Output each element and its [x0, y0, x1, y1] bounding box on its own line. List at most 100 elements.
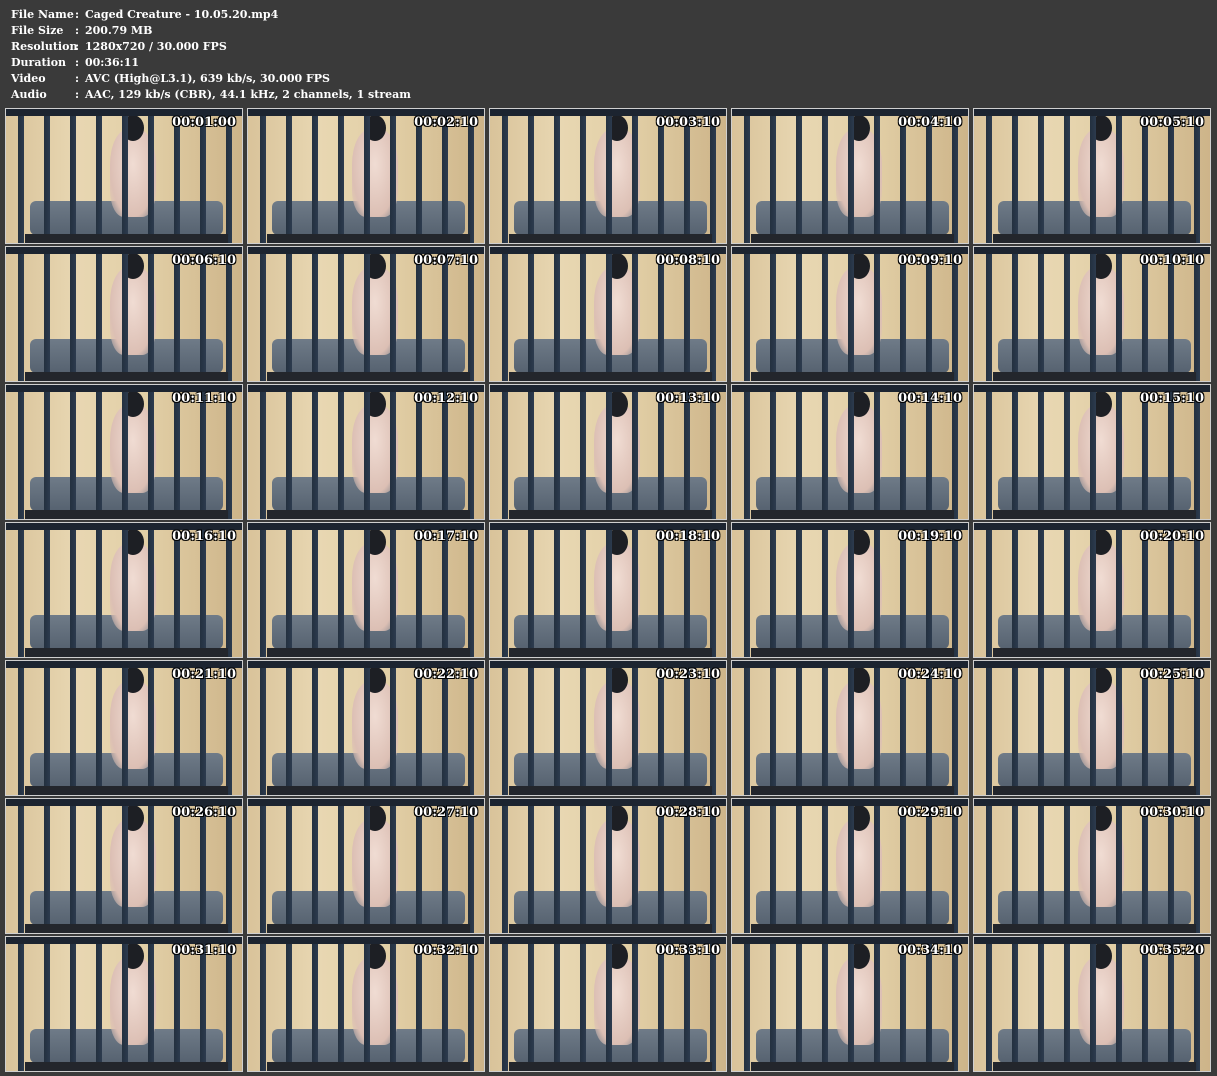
info-key: Video — [11, 72, 46, 85]
timestamp-label: 00:20:10 — [1140, 529, 1204, 544]
info-key: Duration — [11, 56, 67, 69]
cage-base-shape — [992, 786, 1196, 795]
info-value: Caged Creature - 10.05.20.mp4 — [85, 8, 279, 21]
video-thumbnail: 00:07:10 — [247, 246, 485, 382]
video-thumbnail: 00:32:10 — [247, 936, 485, 1072]
video-thumbnail: 00:13:10 — [489, 384, 727, 520]
timestamp-label: 00:08:10 — [656, 253, 720, 268]
cage-base-shape — [266, 1062, 470, 1071]
timestamp-label: 00:07:10 — [414, 253, 478, 268]
video-thumbnail: 00:04:10 — [731, 108, 969, 244]
info-value: 1280x720 / 30.000 FPS — [85, 40, 227, 53]
video-thumbnail: 00:30:10 — [973, 798, 1211, 934]
timestamp-label: 00:02:10 — [414, 115, 478, 130]
info-separator: : — [75, 88, 80, 101]
video-thumbnail: 00:11:10 — [5, 384, 243, 520]
video-thumbnail: 00:28:10 — [489, 798, 727, 934]
timestamp-label: 00:31:10 — [172, 943, 236, 958]
timestamp-label: 00:04:10 — [898, 115, 962, 130]
timestamp-label: 00:06:10 — [172, 253, 236, 268]
cage-base-shape — [24, 234, 228, 243]
info-separator: : — [75, 24, 80, 37]
info-row-resolution: Resolution : 1280x720 / 30.000 FPS — [11, 39, 411, 55]
timestamp-label: 00:34:10 — [898, 943, 962, 958]
timestamp-label: 00:01:00 — [172, 115, 236, 130]
video-thumbnail: 00:05:10 — [973, 108, 1211, 244]
info-row-audio: Audio : AAC, 129 kb/s (CBR), 44.1 kHz, 2… — [11, 87, 411, 103]
timestamp-label: 00:30:10 — [1140, 805, 1204, 820]
cage-base-shape — [992, 924, 1196, 933]
cage-base-shape — [508, 924, 712, 933]
cage-base-shape — [24, 924, 228, 933]
info-row-file-size: File Size : 200.79 MB — [11, 23, 411, 39]
cage-base-shape — [266, 648, 470, 657]
video-thumbnail: 00:06:10 — [5, 246, 243, 382]
cage-base-shape — [24, 372, 228, 381]
cage-base-shape — [750, 372, 954, 381]
video-thumbnail: 00:35:20 — [973, 936, 1211, 1072]
cage-base-shape — [750, 648, 954, 657]
video-thumbnail: 00:29:10 — [731, 798, 969, 934]
timestamp-label: 00:33:10 — [656, 943, 720, 958]
cage-base-shape — [508, 510, 712, 519]
timestamp-label: 00:14:10 — [898, 391, 962, 406]
video-thumbnail: 00:18:10 — [489, 522, 727, 658]
cage-base-shape — [750, 510, 954, 519]
timestamp-label: 00:10:10 — [1140, 253, 1204, 268]
timestamp-label: 00:25:10 — [1140, 667, 1204, 682]
info-row-video: Video : AVC (High@L3.1), 639 kb/s, 30.00… — [11, 71, 411, 87]
thumbnail-grid: 00:01:00 00:02:10 00:03:10 00:04:10 00:05:10… — [5, 108, 1211, 1072]
video-thumbnail: 00:26:10 — [5, 798, 243, 934]
video-thumbnail: 00:24:10 — [731, 660, 969, 796]
timestamp-label: 00:11:10 — [172, 391, 236, 406]
video-thumbnail: 00:10:10 — [973, 246, 1211, 382]
timestamp-label: 00:28:10 — [656, 805, 720, 820]
video-thumbnail: 00:23:10 — [489, 660, 727, 796]
cage-base-shape — [992, 372, 1196, 381]
video-thumbnail: 00:20:10 — [973, 522, 1211, 658]
timestamp-label: 00:09:10 — [898, 253, 962, 268]
cage-base-shape — [750, 924, 954, 933]
video-thumbnail: 00:15:10 — [973, 384, 1211, 520]
cage-base-shape — [508, 372, 712, 381]
cage-base-shape — [992, 510, 1196, 519]
timestamp-label: 00:18:10 — [656, 529, 720, 544]
info-separator: : — [75, 72, 80, 85]
timestamp-label: 00:05:10 — [1140, 115, 1204, 130]
video-thumbnail: 00:25:10 — [973, 660, 1211, 796]
timestamp-label: 00:29:10 — [898, 805, 962, 820]
cage-base-shape — [750, 786, 954, 795]
info-key: Audio — [11, 88, 47, 101]
cage-base-shape — [992, 1062, 1196, 1071]
video-thumbnail: 00:31:10 — [5, 936, 243, 1072]
timestamp-label: 00:17:10 — [414, 529, 478, 544]
info-value: AAC, 129 kb/s (CBR), 44.1 kHz, 2 channel… — [85, 88, 411, 101]
info-key: Resolution — [11, 40, 78, 53]
cage-base-shape — [24, 510, 228, 519]
cage-base-shape — [992, 648, 1196, 657]
timestamp-label: 00:16:10 — [172, 529, 236, 544]
info-value: AVC (High@L3.1), 639 kb/s, 30.000 FPS — [85, 72, 330, 85]
video-thumbnail: 00:09:10 — [731, 246, 969, 382]
info-separator: : — [75, 56, 80, 69]
timestamp-label: 00:32:10 — [414, 943, 478, 958]
info-key: File Size — [11, 24, 64, 37]
video-thumbnail: 00:01:00 — [5, 108, 243, 244]
timestamp-label: 00:12:10 — [414, 391, 478, 406]
video-thumbnail: 00:03:10 — [489, 108, 727, 244]
cage-base-shape — [508, 786, 712, 795]
cage-base-shape — [508, 1062, 712, 1071]
timestamp-label: 00:03:10 — [656, 115, 720, 130]
timestamp-label: 00:27:10 — [414, 805, 478, 820]
cage-base-shape — [266, 372, 470, 381]
video-thumbnail: 00:19:10 — [731, 522, 969, 658]
cage-base-shape — [24, 1062, 228, 1071]
cage-base-shape — [24, 648, 228, 657]
video-thumbnail: 00:34:10 — [731, 936, 969, 1072]
timestamp-label: 00:35:20 — [1140, 943, 1204, 958]
timestamp-label: 00:26:10 — [172, 805, 236, 820]
timestamp-label: 00:21:10 — [172, 667, 236, 682]
video-thumbnail: 00:27:10 — [247, 798, 485, 934]
info-separator: : — [75, 8, 80, 21]
cage-base-shape — [266, 234, 470, 243]
